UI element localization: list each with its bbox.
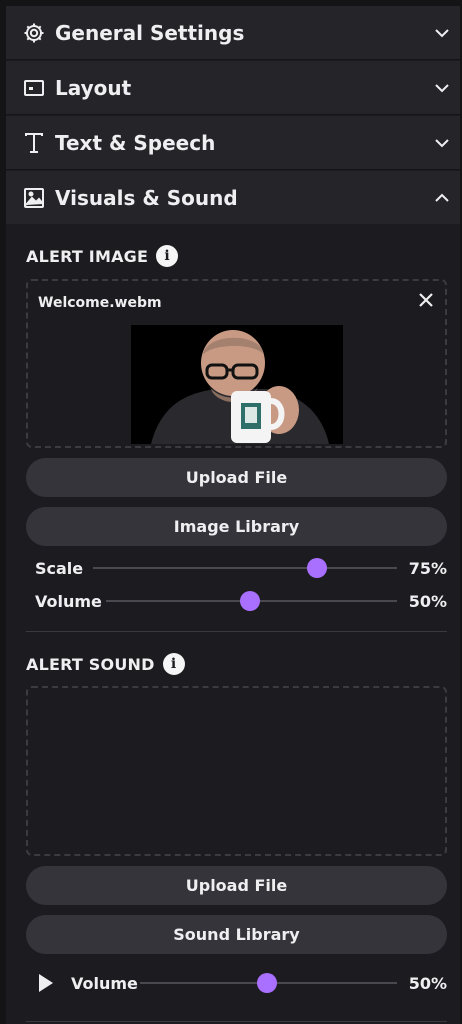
accordion-layout[interactable]: Layout [6,61,460,115]
sound-library-button[interactable]: Sound Library [26,915,447,954]
accordion-visuals-sound[interactable]: Visuals & Sound [6,171,460,225]
layout-icon [21,75,47,101]
visuals-sound-panel: ALERT IMAGE i Welcome.webm Upload File I… [6,224,460,1024]
play-icon[interactable] [39,974,53,992]
file-name: Welcome.webm [38,295,162,311]
info-icon[interactable]: i [162,653,185,675]
section-divider [26,631,447,632]
image-icon [21,185,47,211]
scale-label: Scale [35,558,84,578]
info-icon[interactable]: i [156,245,179,267]
accordion-label: General Settings [55,20,245,45]
sound-volume-slider-row: Volume 50% [71,971,447,995]
volume-value: 50% [408,973,447,993]
chevron-down-icon [435,139,449,148]
image-library-button[interactable]: Image Library [26,507,447,546]
volume-slider-thumb[interactable] [240,591,260,611]
upload-file-button[interactable]: Upload File [26,458,447,497]
volume-label: Volume [35,591,102,611]
scale-slider-thumb[interactable] [307,558,327,578]
section-divider [26,1021,447,1022]
scale-value: 75% [408,558,447,578]
gear-icon [21,20,47,46]
scale-slider-track[interactable] [93,567,397,569]
alert-sound-heading: ALERT SOUND i [26,653,185,675]
alert-sound-title: ALERT SOUND [26,654,155,674]
close-icon[interactable] [417,291,435,309]
accordion-label: Text & Speech [55,130,216,155]
chevron-down-icon [435,29,449,38]
text-icon [21,130,47,156]
video-preview [131,325,343,444]
alert-image-heading: ALERT IMAGE i [26,245,179,267]
chevron-down-icon [435,84,449,93]
chevron-up-icon [435,193,449,202]
volume-label: Volume [71,973,138,993]
volume-slider-thumb[interactable] [257,973,277,993]
sound-dropzone[interactable] [26,686,447,856]
accordion-general-settings[interactable]: General Settings [6,6,460,60]
image-volume-slider-row: Volume 50% [35,589,447,613]
accordion-label: Layout [55,75,132,100]
alert-image-title: ALERT IMAGE [26,246,149,266]
scale-slider-row: Scale 75% [35,556,447,580]
accordion-label: Visuals & Sound [55,185,238,210]
image-dropzone[interactable]: Welcome.webm [26,279,447,448]
volume-value: 50% [408,591,447,611]
accordion-text-speech[interactable]: Text & Speech [6,116,460,170]
upload-file-button[interactable]: Upload File [26,866,447,905]
